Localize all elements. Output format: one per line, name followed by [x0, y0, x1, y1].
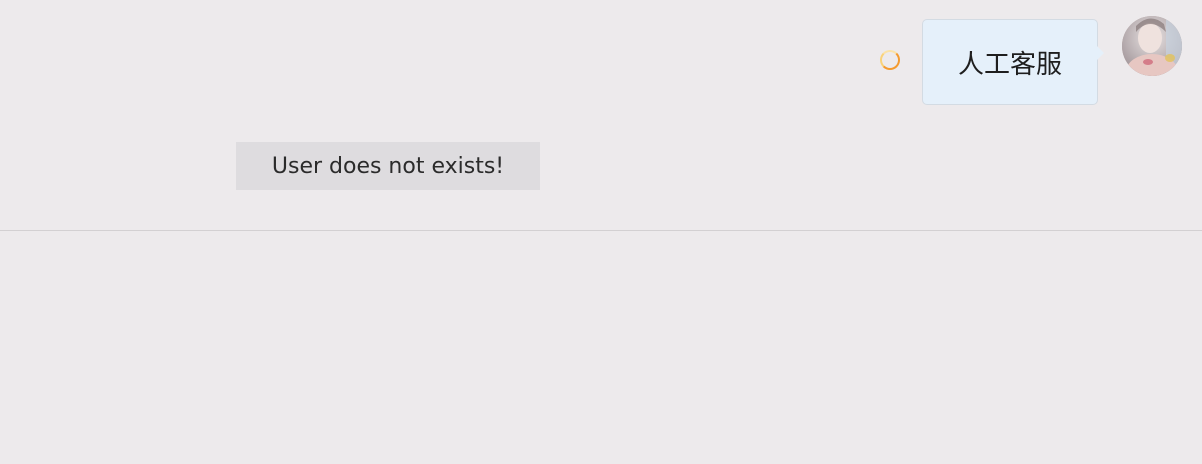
message-row: 人工客服	[880, 16, 1182, 105]
chat-message-area[interactable]: 人工客服 User does not exists!	[0, 0, 1202, 230]
toast-text: User does not exists!	[271, 153, 505, 179]
sending-spinner-icon	[880, 50, 900, 70]
message-input-area[interactable]	[0, 231, 1202, 464]
user-avatar[interactable]	[1122, 16, 1182, 76]
bubble-tail	[1097, 46, 1104, 60]
avatar-photo-icon	[1122, 16, 1182, 76]
error-toast: User does not exists!	[236, 142, 540, 190]
message-bubble[interactable]: 人工客服	[922, 19, 1104, 105]
message-text: 人工客服	[957, 49, 1062, 80]
